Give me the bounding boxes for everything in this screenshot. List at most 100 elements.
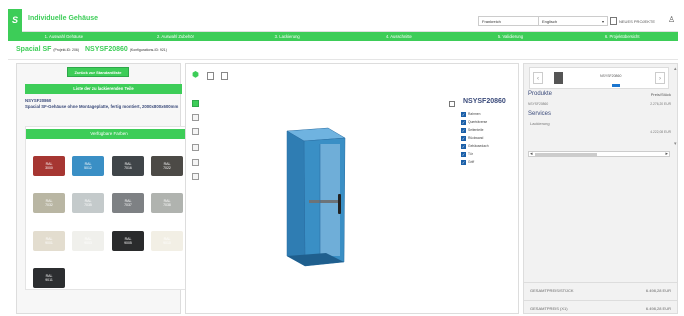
step-5[interactable]: 5. Validierung — [455, 32, 567, 41]
view-side-icon[interactable] — [192, 114, 199, 121]
scroll-down-icon[interactable]: ▾ — [674, 141, 677, 147]
color-swatch[interactable]: RAL 5012 — [72, 156, 104, 176]
step-1[interactable]: 1. Auswahl Gehäuse — [8, 32, 120, 41]
swatch-code: 7035 — [84, 203, 92, 207]
chevron-down-icon: ▾ — [601, 19, 604, 24]
pricing-panel: ‹ NSYSF20860 › Produkte Preis/Stück NSYS… — [523, 63, 678, 314]
dimensions-icon[interactable] — [207, 72, 214, 80]
checkbox-checked-icon[interactable]: ✓ — [461, 127, 466, 133]
checkbox-checked-icon[interactable]: ✓ — [461, 111, 466, 117]
part-toggle[interactable]: ✓ Griff — [461, 159, 474, 165]
color-swatch[interactable]: RAL 7037 — [112, 193, 144, 213]
app-logo: S — [8, 9, 22, 32]
part-toggle[interactable]: ✓ Rahmen — [461, 111, 480, 117]
carousel-indicator[interactable] — [612, 84, 620, 87]
part-toggle-label: Tür — [468, 152, 473, 156]
color-swatch[interactable]: RAL 9011 — [33, 268, 65, 288]
swatch-code: 7038 — [163, 203, 171, 207]
chevron-left-icon[interactable]: ‹ — [533, 72, 543, 84]
document-icon — [610, 17, 617, 25]
product-family: Spacial SF — [16, 46, 52, 53]
total-price-label: GESAMTPREIS (X1) — [530, 306, 568, 311]
color-swatch[interactable]: RAL 7032 — [33, 193, 65, 213]
scroll-left-icon[interactable]: ◂ — [530, 151, 533, 157]
total-per-piece-value: 6.498,28 EUR — [645, 288, 671, 293]
part-toggle[interactable]: ✓ Seitenteile — [461, 127, 483, 133]
view-back-icon[interactable] — [192, 128, 199, 135]
language-select-value: Englisch — [542, 19, 558, 24]
view-iso-icon[interactable] — [192, 173, 199, 180]
part-toggle-label: Rückwand — [468, 136, 484, 140]
swatch-code: 3000 — [45, 166, 53, 170]
part-item[interactable]: NSYSF20860 Spacial SF-Gehäuse ohne Monta… — [25, 98, 182, 109]
part-toggle-label: Gehäusedach — [468, 144, 489, 148]
color-swatch[interactable]: RAL 7035 — [72, 193, 104, 213]
part-toggle-label: Querträverse — [468, 120, 488, 124]
checkbox-checked-icon[interactable]: ✓ — [461, 119, 466, 125]
color-swatch[interactable]: RAL 9005 — [112, 231, 144, 251]
swatch-code: 9003 — [84, 241, 92, 245]
project-id: (Projekt-ID: 206) — [53, 48, 80, 52]
price-per-piece-header: Preis/Stück — [650, 92, 671, 97]
total-per-piece-label: GESAMTPREIS/STÜCK — [530, 288, 574, 293]
divider — [524, 282, 677, 283]
color-swatch[interactable]: RAL 7038 — [151, 193, 183, 213]
step-6[interactable]: 6. Projektübersicht — [566, 32, 678, 41]
horizontal-scrollbar[interactable]: ◂ ▸ — [528, 151, 670, 157]
swatch-code: 7032 — [45, 203, 53, 207]
color-swatch[interactable]: RAL 9001 — [33, 231, 65, 251]
scrollbar-thumb[interactable] — [535, 153, 597, 156]
enclosure-thumbnail[interactable] — [554, 72, 563, 84]
checkbox-checked-icon[interactable]: ✓ — [461, 159, 466, 165]
step-2[interactable]: 2. Auswahl Zubehör — [120, 32, 232, 41]
product-line-code: NSYSF20860 — [528, 102, 549, 106]
part-description: Spacial SF-Gehäuse ohne Montageplatte, f… — [25, 103, 179, 109]
view-3d-icon[interactable]: ⬢ — [192, 70, 199, 79]
checkbox-checked-icon[interactable]: ✓ — [461, 143, 466, 149]
parts-list-header: Liste der zu lackierenden Teile — [25, 84, 182, 94]
page-title: Spacial SF (Projekt-ID: 206) NSYSF20860 … — [16, 46, 167, 53]
language-select[interactable]: Englisch ▾ — [538, 16, 608, 26]
color-swatch[interactable]: RAL 9010 — [151, 231, 183, 251]
new-project-button[interactable]: NEUES PROJEKTE — [610, 14, 655, 28]
step-4[interactable]: 4. Ausschnitte — [343, 32, 455, 41]
part-toggle[interactable]: ✓ Rückwand — [461, 135, 483, 141]
enclosure-body — [286, 127, 346, 267]
color-swatch[interactable]: RAL 9003 — [72, 231, 104, 251]
back-to-standard-list-button[interactable]: Zurück zur Standardliste — [67, 67, 129, 77]
user-icon[interactable]: ♙ — [668, 12, 675, 26]
fullscreen-icon[interactable] — [449, 101, 455, 107]
part-toggle[interactable]: ✓ Gehäusedach — [461, 143, 489, 149]
products-title: Produkte — [528, 91, 553, 97]
top-bar: S Individuelle Gehäuse Frankreich ▾ Engl… — [8, 9, 678, 32]
product-carousel: ‹ NSYSF20860 › — [529, 67, 669, 89]
measure-icon[interactable] — [221, 72, 228, 80]
services-item: Lackierung — [530, 121, 550, 126]
checkbox-checked-icon[interactable]: ✓ — [461, 151, 466, 157]
services-title: Services — [528, 111, 552, 117]
divider — [524, 300, 677, 301]
part-toggle-label: Seitenteile — [468, 128, 484, 132]
configuration-id: (Konfigurations-ID: 921) — [129, 48, 167, 52]
color-swatch[interactable]: RAL 7022 — [151, 156, 183, 176]
swatch-code: 7037 — [124, 203, 132, 207]
part-toggle[interactable]: ✓ Querträverse — [461, 119, 487, 125]
view-bottom-icon[interactable] — [192, 159, 199, 166]
swatch-code: 5012 — [84, 166, 92, 170]
chevron-right-icon[interactable]: › — [655, 72, 665, 84]
part-toggle-label: Rahmen — [468, 112, 481, 116]
scroll-up-icon[interactable]: ▴ — [674, 66, 677, 72]
wizard-steps: 1. Auswahl Gehäuse 2. Auswahl Zubehör 3.… — [8, 32, 678, 41]
view-front-icon[interactable] — [192, 100, 199, 107]
color-swatch[interactable]: RAL 7016 — [112, 156, 144, 176]
country-select[interactable]: Frankreich ▾ — [478, 16, 544, 26]
color-swatch[interactable]: RAL 3000 — [33, 156, 65, 176]
viewer-product-id: NSYSF20860 — [463, 98, 506, 105]
scroll-right-icon[interactable]: ▸ — [665, 151, 668, 157]
step-3[interactable]: 3. Lackierung — [231, 32, 343, 41]
checkbox-checked-icon[interactable]: ✓ — [461, 135, 466, 141]
part-toggle-label: Griff — [468, 160, 475, 164]
view-top-icon[interactable] — [192, 144, 199, 151]
3d-viewer[interactable]: ⬢ NSYSF20860 ✓ Rahmen ✓ Querträverse ✓ Seiten… — [185, 63, 519, 314]
part-toggle[interactable]: ✓ Tür — [461, 151, 473, 157]
